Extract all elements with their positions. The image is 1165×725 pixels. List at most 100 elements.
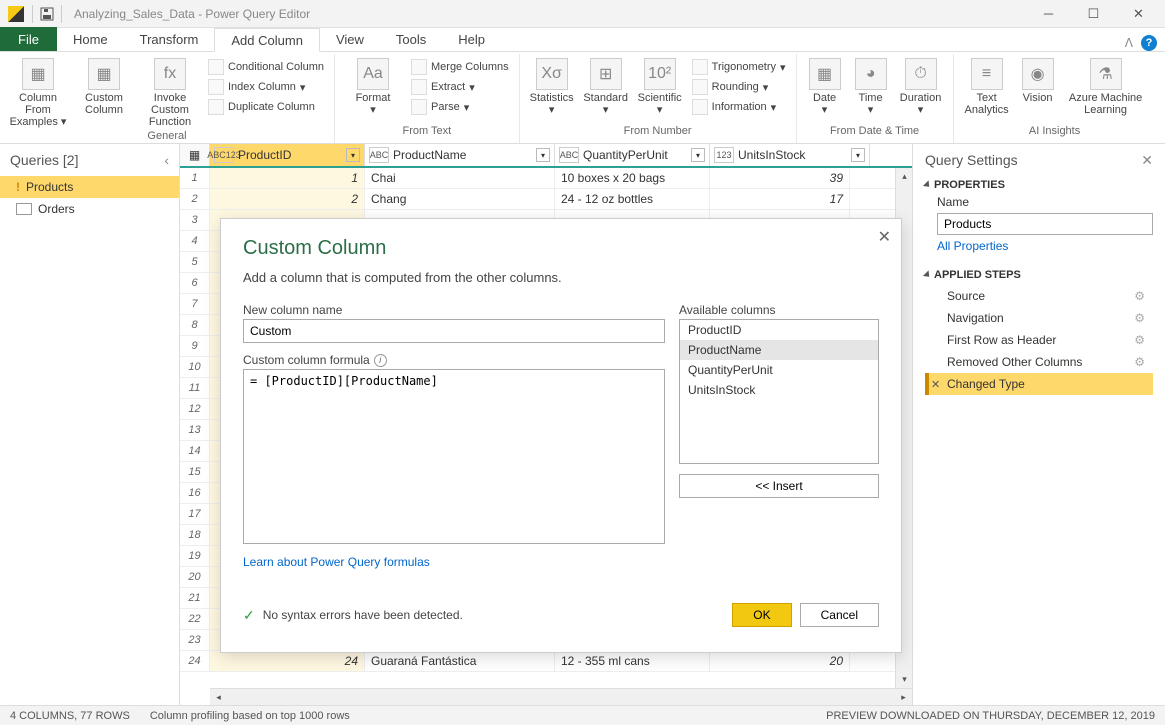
new-column-name-input[interactable] (243, 319, 665, 343)
table-row[interactable]: 2424Guaraná Fantástica12 - 355 ml cans20 (180, 651, 912, 672)
invoke-custom-function-button[interactable]: fx Invoke CustomFunction (138, 56, 202, 130)
index-column-button[interactable]: Index Column ▾ (206, 78, 326, 96)
column-filter-icon[interactable]: ▾ (851, 148, 865, 162)
save-icon[interactable] (37, 4, 57, 24)
available-column-item[interactable]: ProductID (680, 320, 878, 340)
tab-tools[interactable]: Tools (380, 27, 442, 51)
maximize-button[interactable]: ☐ (1071, 0, 1116, 28)
gear-icon[interactable]: ⚙ (1134, 289, 1145, 303)
applied-step[interactable]: ✕Changed Type (925, 373, 1153, 395)
cell[interactable]: 39 (710, 168, 850, 188)
statistics-button[interactable]: Χσ Statistics▾ (526, 56, 578, 118)
scientific-button[interactable]: 10² Scientific▾ (634, 56, 686, 118)
collapse-queries-icon[interactable]: ‹ (164, 152, 169, 168)
query-item-products[interactable]: ! Products (0, 176, 179, 198)
cell[interactable]: Chang (365, 189, 555, 209)
cell[interactable]: 1 (210, 168, 365, 188)
cell[interactable]: 12 - 355 ml cans (555, 651, 710, 671)
datatype-icon[interactable]: ABC123 (214, 147, 234, 163)
datatype-icon[interactable]: ABC (559, 147, 579, 163)
date-button[interactable]: ▦ Date▾ (803, 56, 847, 118)
applied-step[interactable]: Removed Other Columns⚙ (925, 351, 1153, 373)
cancel-button[interactable]: Cancel (800, 603, 879, 627)
insert-button[interactable]: << Insert (679, 474, 879, 498)
scroll-down-icon[interactable]: ▾ (896, 671, 913, 688)
column-filter-icon[interactable]: ▾ (536, 148, 550, 162)
query-name-input[interactable] (937, 213, 1153, 235)
information-button[interactable]: Information ▾ (690, 98, 788, 116)
delete-step-icon[interactable]: ✕ (931, 378, 940, 391)
all-properties-link[interactable]: All Properties (937, 239, 1008, 253)
queries-panel: Queries [2] ‹ ! Products Orders (0, 144, 180, 705)
gear-icon[interactable]: ⚙ (1134, 355, 1145, 369)
tab-add-column[interactable]: Add Column (214, 28, 320, 52)
cell[interactable]: 20 (710, 651, 850, 671)
close-button[interactable]: ✕ (1116, 0, 1161, 28)
available-columns-list[interactable]: ProductIDProductNameQuantityPerUnitUnits… (679, 319, 879, 464)
column-header-quantityperunit[interactable]: ABCQuantityPerUnit▾ (555, 144, 710, 166)
tab-transform[interactable]: Transform (124, 27, 215, 51)
tab-home[interactable]: Home (57, 27, 124, 51)
cell[interactable]: Chai (365, 168, 555, 188)
cell[interactable]: 2 (210, 189, 365, 209)
learn-formulas-link[interactable]: Learn about Power Query formulas (243, 555, 430, 569)
column-filter-icon[interactable]: ▾ (691, 148, 705, 162)
gear-icon[interactable]: ⚙ (1134, 333, 1145, 347)
query-item-orders[interactable]: Orders (0, 198, 179, 220)
tab-view[interactable]: View (320, 27, 380, 51)
row-number: 22 (180, 609, 210, 629)
available-columns-label: Available columns (679, 303, 879, 317)
formula-input[interactable] (243, 369, 665, 544)
datatype-icon[interactable]: ABC (369, 147, 389, 163)
standard-button[interactable]: ⊞ Standard▾ (580, 56, 632, 118)
dialog-close-icon[interactable]: ✕ (878, 227, 891, 247)
parse-button[interactable]: Parse ▾ (409, 98, 511, 116)
custom-column-button[interactable]: ▦ CustomColumn (72, 56, 136, 118)
conditional-column-button[interactable]: Conditional Column (206, 58, 326, 76)
available-column-item[interactable]: QuantityPerUnit (680, 360, 878, 380)
vision-button[interactable]: ◉ Vision (1016, 56, 1060, 106)
trigonometry-button[interactable]: Trigonometry ▾ (690, 58, 788, 76)
minimize-button[interactable]: ─ (1026, 0, 1071, 28)
scroll-up-icon[interactable]: ▴ (896, 168, 913, 185)
time-button[interactable]: ◕ Time▾ (849, 56, 893, 118)
duplicate-column-button[interactable]: Duplicate Column (206, 98, 326, 116)
help-icon[interactable]: ? (1141, 35, 1157, 51)
column-header-productid[interactable]: ABC123ProductID▾ (210, 144, 365, 166)
table-icon-cell[interactable]: ▦ (180, 144, 210, 166)
tab-help[interactable]: Help (442, 27, 501, 51)
ok-button[interactable]: OK (732, 603, 791, 627)
cell[interactable]: 24 (210, 651, 365, 671)
scroll-left-icon[interactable]: ◂ (210, 689, 227, 706)
close-settings-icon[interactable]: ✕ (1141, 152, 1153, 169)
datatype-icon[interactable]: 123 (714, 147, 734, 163)
available-column-item[interactable]: ProductName (680, 340, 878, 360)
azure-ml-button[interactable]: ⚗ Azure MachineLearning (1062, 56, 1150, 118)
info-icon[interactable]: i (374, 354, 387, 367)
rounding-button[interactable]: Rounding ▾ (690, 78, 788, 96)
column-header-productname[interactable]: ABCProductName▾ (365, 144, 555, 166)
collapse-ribbon-icon[interactable]: ᐱ (1125, 36, 1133, 50)
cell[interactable]: 24 - 12 oz bottles (555, 189, 710, 209)
available-column-item[interactable]: UnitsInStock (680, 380, 878, 400)
column-filter-icon[interactable]: ▾ (346, 148, 360, 162)
scroll-right-icon[interactable]: ▸ (895, 689, 912, 706)
text-analytics-button[interactable]: ≡ TextAnalytics (960, 56, 1014, 118)
column-header-unitsinstock[interactable]: 123UnitsInStock▾ (710, 144, 870, 166)
column-from-examples-button[interactable]: ▦ Column FromExamples ▾ (6, 56, 70, 130)
merge-columns-button[interactable]: Merge Columns (409, 58, 511, 76)
applied-step[interactable]: Navigation⚙ (925, 307, 1153, 329)
format-button[interactable]: Aa Format▾ (341, 56, 405, 118)
table-row[interactable]: 22Chang24 - 12 oz bottles17 (180, 189, 912, 210)
duration-button[interactable]: ⏱ Duration▾ (895, 56, 947, 118)
applied-step[interactable]: Source⚙ (925, 285, 1153, 307)
table-row[interactable]: 11Chai10 boxes x 20 bags39 (180, 168, 912, 189)
extract-button[interactable]: Extract ▾ (409, 78, 511, 96)
horizontal-scrollbar[interactable]: ◂ ▸ (210, 688, 912, 705)
cell[interactable]: 10 boxes x 20 bags (555, 168, 710, 188)
cell[interactable]: Guaraná Fantástica (365, 651, 555, 671)
gear-icon[interactable]: ⚙ (1134, 311, 1145, 325)
cell[interactable]: 17 (710, 189, 850, 209)
tab-file[interactable]: File (0, 27, 57, 51)
applied-step[interactable]: First Row as Header⚙ (925, 329, 1153, 351)
